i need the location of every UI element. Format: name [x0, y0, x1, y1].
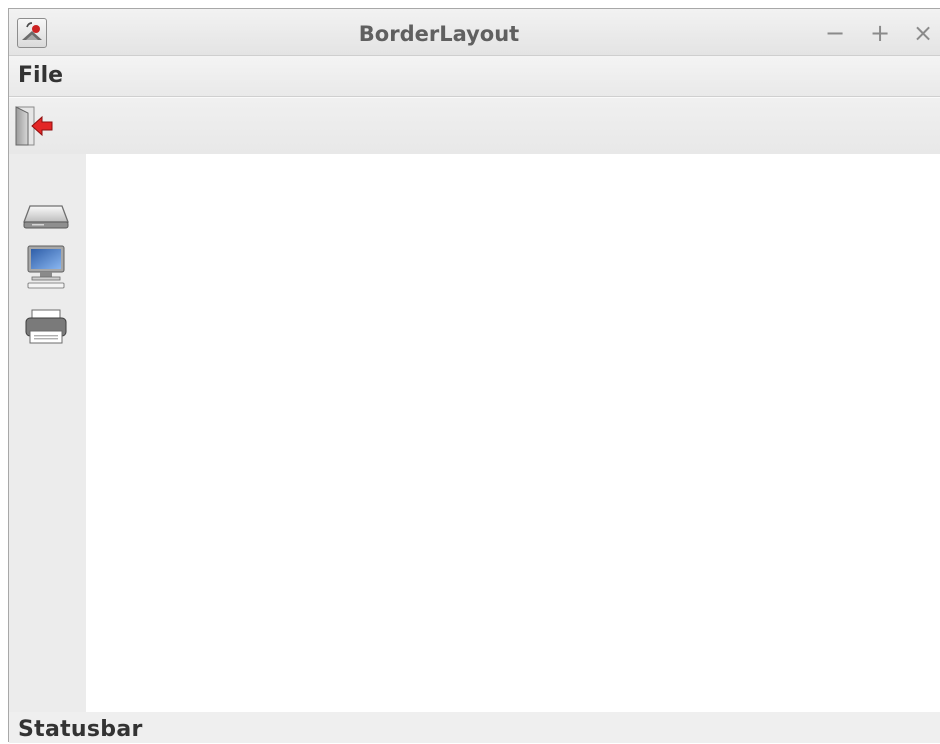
menu-bar: File — [9, 56, 940, 97]
minimize-button[interactable]: − — [821, 19, 849, 47]
drive-button[interactable] — [22, 188, 70, 236]
toolbar — [9, 97, 940, 155]
computer-icon — [27, 245, 65, 289]
printer-icon — [25, 309, 67, 344]
maximize-button[interactable]: + — [866, 19, 894, 47]
computer-button[interactable] — [22, 240, 70, 289]
menu-file[interactable]: File — [10, 62, 71, 90]
window-title: BorderLayout — [358, 22, 520, 46]
drive-icon — [23, 205, 69, 229]
printer-button[interactable] — [22, 304, 70, 352]
status-text: Statusbar — [18, 717, 143, 742]
exit-button[interactable] — [14, 105, 58, 147]
exit-icon — [15, 106, 53, 146]
title-bar[interactable]: BorderLayout − + × — [9, 9, 940, 56]
application-window: BorderLayout − + × File Statusbar — [8, 8, 940, 743]
center-panel — [86, 154, 940, 712]
west-panel — [9, 154, 86, 712]
status-bar: Statusbar — [9, 712, 940, 743]
close-button[interactable]: × — [909, 19, 937, 47]
